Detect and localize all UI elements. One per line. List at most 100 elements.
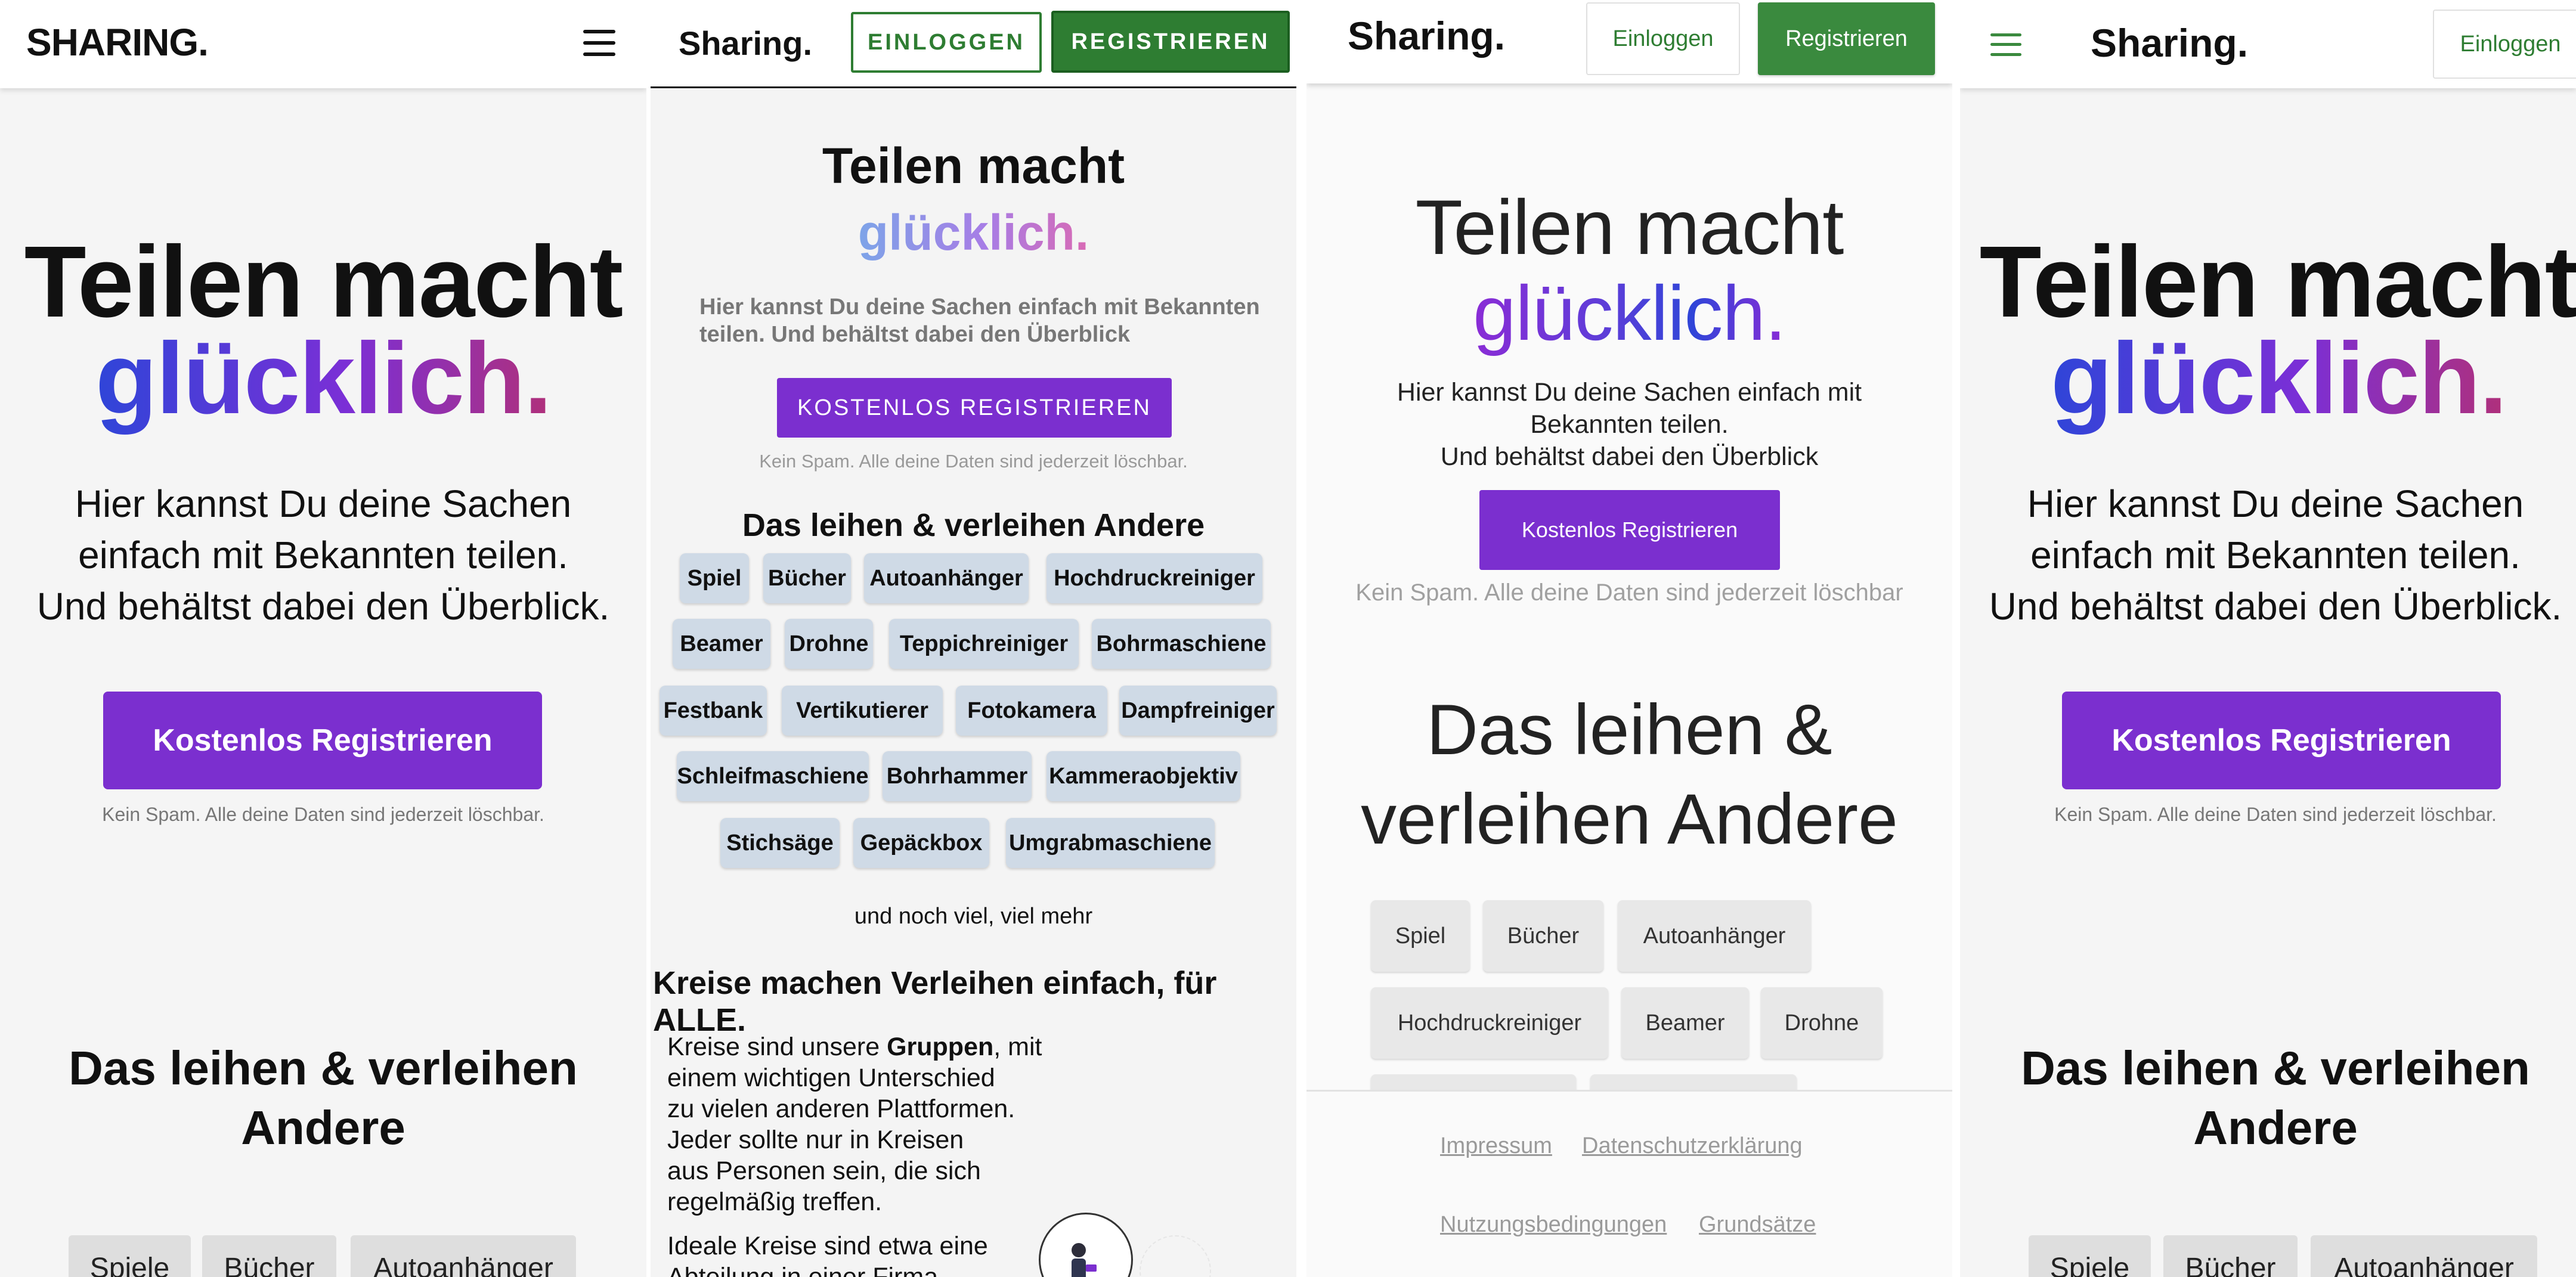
category-chip[interactable]: Bohrhammer — [883, 751, 1032, 801]
category-chip[interactable]: Autoanhänger — [2311, 1235, 2537, 1277]
category-chip[interactable]: Bücher — [763, 553, 851, 603]
hamburger-menu-icon[interactable] — [583, 30, 615, 56]
hero-title-line1: Teilen macht — [1979, 225, 2576, 339]
hero-subtitle-line3: Und behältst dabei den Überblick — [1440, 442, 1819, 471]
logo[interactable]: SHARING. — [26, 20, 209, 64]
hero-title-gradient: glücklich. — [95, 322, 552, 435]
hamburger-menu-icon[interactable] — [1990, 33, 2021, 56]
category-chip[interactable]: Fotokamera — [956, 686, 1107, 736]
login-button[interactable]: Einloggen — [2433, 10, 2576, 79]
header: Sharing. Einloggen Registrieren — [1306, 0, 1952, 83]
category-chip[interactable]: Beamer — [1621, 987, 1749, 1059]
category-chip[interactable]: Bohrmaschiene — [1092, 619, 1271, 669]
category-chip[interactable]: Kammeraobjektiv — [1046, 751, 1240, 801]
person-illustration-icon — [1039, 1213, 1133, 1277]
category-chip[interactable]: Autoanhänger — [1618, 900, 1811, 972]
login-button[interactable]: EINLOGGEN — [851, 12, 1042, 73]
circles-heading: Kreise machen Verleihen einfach, für ALL… — [653, 965, 1217, 1038]
category-chip[interactable]: Spiele — [69, 1235, 191, 1277]
footer-link-nutzungsbedingungen[interactable]: Nutzungsbedingungen — [1440, 1212, 1667, 1238]
register-button[interactable]: Kostenlos Registrieren — [1479, 490, 1780, 570]
hero-subtitle-line2: teilen. Und behältst dabei den Überblick — [699, 322, 1131, 347]
hero-title-line1: Teilen macht — [822, 138, 1125, 194]
category-chip[interactable]: Drohne — [785, 619, 873, 669]
hero-subtitle-line2: einfach mit Bekannten teilen. — [2030, 534, 2521, 576]
hero-title-line2: glücklich. — [1960, 328, 2576, 429]
panel-separator — [646, 0, 651, 1277]
footer-link-impressum[interactable]: Impressum — [1440, 1133, 1552, 1159]
circles-paragraph-line1: Kreise sind unsere Gruppen, mit — [667, 1033, 1042, 1061]
hero-title-gradient: glücklich. — [1473, 269, 1787, 357]
category-chip[interactable]: Autoanhänger — [351, 1235, 576, 1277]
no-spam-note: Kein Spam. Alle deine Daten sind jederze… — [1355, 579, 1903, 606]
circles-paragraph2-line2: Abteilung in einer Firma — [667, 1263, 939, 1277]
circles-paragraph-line2: einem wichtigen Unterschied — [667, 1064, 995, 1092]
more-items-note: und noch viel, viel mehr — [854, 904, 1093, 929]
circles-paragraph-line5: aus Personen sein, die sich — [667, 1157, 981, 1185]
category-chip[interactable]: Hochdruckreiniger — [1371, 987, 1608, 1059]
logo[interactable]: Sharing. — [2091, 20, 2248, 66]
category-chip[interactable]: Autoanhänger — [864, 553, 1029, 603]
header: Sharing. EINLOGGEN REGISTRIEREN — [651, 0, 1296, 88]
category-chip[interactable]: Drohne — [1761, 987, 1883, 1059]
mobile-view-3: Sharing. Einloggen Registrieren Teilen m… — [1306, 0, 1952, 1277]
section-title-line2: Andere — [2193, 1101, 2358, 1154]
hero-subtitle-line2: einfach mit Bekannten teilen. — [78, 534, 568, 576]
hero-subtitle-line1: Hier kannst Du deine Sachen einfach mit … — [699, 295, 1260, 320]
category-chip[interactable]: Stichsäge — [720, 818, 840, 868]
hero-subtitle-line1: Hier kannst Du deine Sachen einfach mit — [1397, 378, 1862, 407]
section-title-line1: Das leihen & verleihen — [69, 1042, 578, 1095]
category-chip[interactable]: Schleifmaschiene — [677, 751, 869, 801]
category-chip[interactable]: Bücher — [1483, 900, 1603, 972]
login-button[interactable]: Einloggen — [1586, 2, 1740, 75]
footer: Impressum Datenschutzerklärung Nutzungsb… — [1306, 1090, 1952, 1277]
hero-subtitle-line1: Hier kannst Du deine Sachen — [2027, 482, 2524, 525]
hero-subtitle-line2: Bekannten teilen. — [1530, 410, 1729, 439]
hero-title-line2: glücklich. — [651, 207, 1296, 258]
category-chip[interactable]: Spiel — [1371, 900, 1470, 972]
no-spam-note: Kein Spam. Alle deine Daten sind jederze… — [102, 804, 544, 825]
logo[interactable]: Sharing. — [1348, 13, 1505, 58]
category-chip[interactable]: Festbank — [660, 686, 767, 736]
hero-subtitle-line3: Und behältst dabei den Überblick. — [36, 585, 610, 628]
section-title-line2: Andere — [241, 1101, 405, 1154]
register-button-header[interactable]: Registrieren — [1758, 2, 1935, 75]
hero-title-line2: glücklich. — [1306, 274, 1952, 352]
decor-shape-icon — [1140, 1235, 1211, 1277]
mobile-view-1: SHARING. Teilen macht glücklich. Hier ka… — [0, 0, 646, 1277]
hero-title-line1: Teilen macht — [24, 225, 624, 339]
section-title-line1: Das leihen & — [1426, 690, 1832, 770]
category-chip[interactable]: Dampfreiniger — [1119, 686, 1277, 736]
category-chip[interactable]: Beamer — [673, 619, 770, 669]
category-chip[interactable]: Vertikutierer — [782, 686, 943, 736]
hero-subtitle-line3: Und behältst dabei den Überblick. — [1989, 585, 2562, 628]
register-button[interactable]: KOSTENLOS REGISTRIEREN — [777, 378, 1172, 438]
circles-paragraph-line6: regelmäßig treffen. — [667, 1188, 883, 1216]
mobile-view-2: Sharing. EINLOGGEN REGISTRIEREN Teilen m… — [651, 0, 1296, 1277]
footer-link-datenschutz[interactable]: Datenschutzerklärung — [1582, 1133, 1803, 1159]
category-chip[interactable]: Spiele — [2029, 1235, 2151, 1277]
panel-separator — [1296, 0, 1306, 1277]
hero-title-gradient: glücklich. — [857, 204, 1089, 261]
hero-subtitle-line1: Hier kannst Du deine Sachen — [75, 482, 572, 525]
category-chip[interactable]: Bücher — [2163, 1235, 2298, 1277]
category-chip[interactable]: Teppichreiniger — [889, 619, 1079, 669]
register-button[interactable]: Kostenlos Registrieren — [103, 692, 542, 789]
footer-link-grundsaetze[interactable]: Grundsätze — [1699, 1212, 1816, 1238]
circles-paragraph-line4: Jeder sollte nur in Kreisen — [667, 1126, 964, 1154]
category-chip[interactable]: Bücher — [202, 1235, 336, 1277]
header: Sharing. Einloggen — [1960, 0, 2576, 88]
section-title-line2: verleihen Andere — [1361, 779, 1898, 859]
register-button-header[interactable]: REGISTRIEREN — [1051, 11, 1290, 73]
hero-title-gradient: glücklich. — [2050, 322, 2507, 435]
circles-paragraph2-line1: Ideale Kreise sind etwa eine — [667, 1232, 988, 1260]
hero-title-line2: glücklich. — [0, 328, 646, 429]
category-chip[interactable]: Hochdruckreiniger — [1046, 553, 1262, 603]
panel-separator — [1952, 0, 1960, 1277]
logo[interactable]: Sharing. — [679, 24, 812, 63]
category-chip[interactable]: Spiel — [680, 553, 749, 603]
register-button[interactable]: Kostenlos Registrieren — [2062, 692, 2501, 789]
hero-title-line1: Teilen macht — [1415, 184, 1844, 271]
category-chip[interactable]: Gepäckbox — [853, 818, 989, 868]
category-chip[interactable]: Umgrabmaschiene — [1006, 818, 1215, 868]
